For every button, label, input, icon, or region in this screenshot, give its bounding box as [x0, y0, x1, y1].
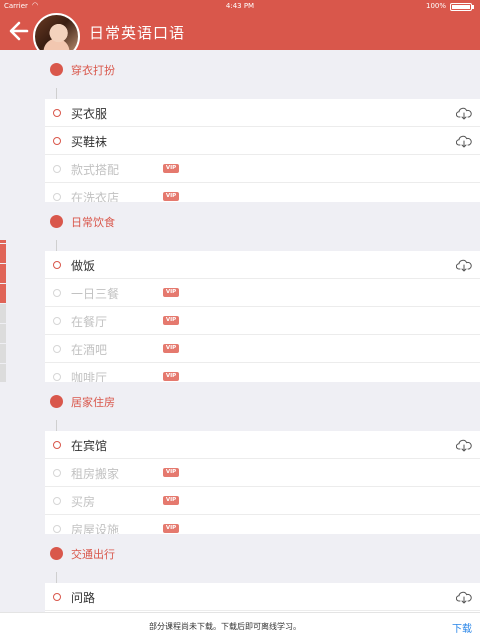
section-dot — [50, 215, 63, 228]
lesson-item[interactable]: 买房 VIP — [45, 487, 480, 515]
vip-badge: VIP — [163, 468, 179, 477]
cloud-download-icon[interactable] — [456, 106, 472, 120]
lesson-item[interactable]: 在酒吧 VIP — [45, 335, 480, 363]
section-header: 交通出行 — [0, 534, 480, 572]
cloud-download-icon[interactable] — [456, 590, 472, 604]
lesson-label: 买衣服 — [71, 107, 108, 121]
lesson-dot — [53, 193, 61, 201]
arrow-left-icon — [9, 21, 29, 41]
vip-badge: VIP — [163, 316, 179, 325]
section-title: 日常饮食 — [71, 216, 115, 229]
lesson-item[interactable]: 租房搬家 VIP — [45, 459, 480, 487]
cloud-download-icon[interactable] — [456, 134, 472, 148]
section-dot — [50, 547, 63, 560]
lesson-dot — [53, 137, 61, 145]
lesson-dot — [53, 165, 61, 173]
lesson-label: 一日三餐 — [71, 287, 120, 301]
vip-badge: VIP — [163, 164, 179, 173]
lesson-dot — [53, 469, 61, 477]
lesson-label: 买鞋袜 — [71, 135, 108, 149]
vip-badge: VIP — [163, 344, 179, 353]
lesson-dot — [53, 497, 61, 505]
lesson-item[interactable]: 买衣服 — [45, 99, 480, 127]
lesson-dot — [53, 593, 61, 601]
lesson-label: 在餐厅 — [71, 315, 108, 329]
vip-badge: VIP — [163, 496, 179, 505]
section-title: 居家住房 — [71, 396, 115, 409]
section-header: 居家住房 — [0, 382, 480, 420]
lesson-dot — [53, 261, 61, 269]
lesson-label: 在宾馆 — [71, 439, 108, 453]
section-title: 交通出行 — [71, 548, 115, 561]
vip-badge: VIP — [163, 524, 179, 533]
lesson-dot — [53, 441, 61, 449]
status-bar: Carrier ◠ 4:43 PM 100% — [0, 0, 480, 13]
download-button[interactable]: 下载 — [452, 620, 472, 635]
section-header: 日常饮食 — [0, 202, 480, 240]
vip-badge: VIP — [163, 288, 179, 297]
lesson-item[interactable]: 问路 — [45, 583, 480, 611]
page-title: 日常英语口语 — [89, 24, 186, 42]
section-dot — [50, 63, 63, 76]
lesson-item[interactable]: 买鞋袜 — [45, 127, 480, 155]
lesson-dot — [53, 317, 61, 325]
status-time: 4:43 PM — [225, 2, 255, 10]
lesson-list: 穿衣打扮 买衣服 买鞋袜 款式搭配 VIP 在洗衣店 VIP 日常饮食 做饭 一日三餐 VIP 在餐厅… — [0, 50, 480, 612]
nav-bar: 日常英语口语 — [0, 13, 480, 60]
lesson-label: 问路 — [71, 591, 96, 605]
battery-icon — [450, 3, 472, 11]
lesson-dot — [53, 109, 61, 117]
lesson-item[interactable]: 在餐厅 VIP — [45, 307, 480, 335]
section-header: 穿衣打扮 — [0, 50, 480, 88]
section-title: 穿衣打扮 — [71, 64, 115, 77]
lesson-label: 买房 — [71, 495, 96, 509]
vip-badge: VIP — [163, 372, 179, 381]
lesson-dot — [53, 289, 61, 297]
lesson-item[interactable]: 一日三餐 VIP — [45, 279, 480, 307]
download-message: 部分课程尚未下载。下载后即可离线学习。 — [149, 622, 301, 631]
back-button[interactable] — [8, 19, 30, 43]
download-banner: 部分课程尚未下载。下载后即可离线学习。 下载 — [0, 612, 480, 640]
lesson-dot — [53, 345, 61, 353]
cloud-download-icon[interactable] — [456, 258, 472, 272]
lesson-dot — [53, 373, 61, 381]
lesson-item[interactable]: 在宾馆 — [45, 431, 480, 459]
lesson-label: 在酒吧 — [71, 343, 108, 357]
lesson-label: 款式搭配 — [71, 163, 120, 177]
lesson-item[interactable]: 做饭 — [45, 251, 480, 279]
section-dot — [50, 395, 63, 408]
battery-percent: 100% — [425, 2, 446, 10]
lesson-label: 做饭 — [71, 259, 96, 273]
cloud-download-icon[interactable] — [456, 438, 472, 452]
lesson-dot — [53, 525, 61, 533]
lesson-item[interactable]: 款式搭配 VIP — [45, 155, 480, 183]
vip-badge: VIP — [163, 192, 179, 201]
lesson-label: 租房搬家 — [71, 467, 120, 481]
